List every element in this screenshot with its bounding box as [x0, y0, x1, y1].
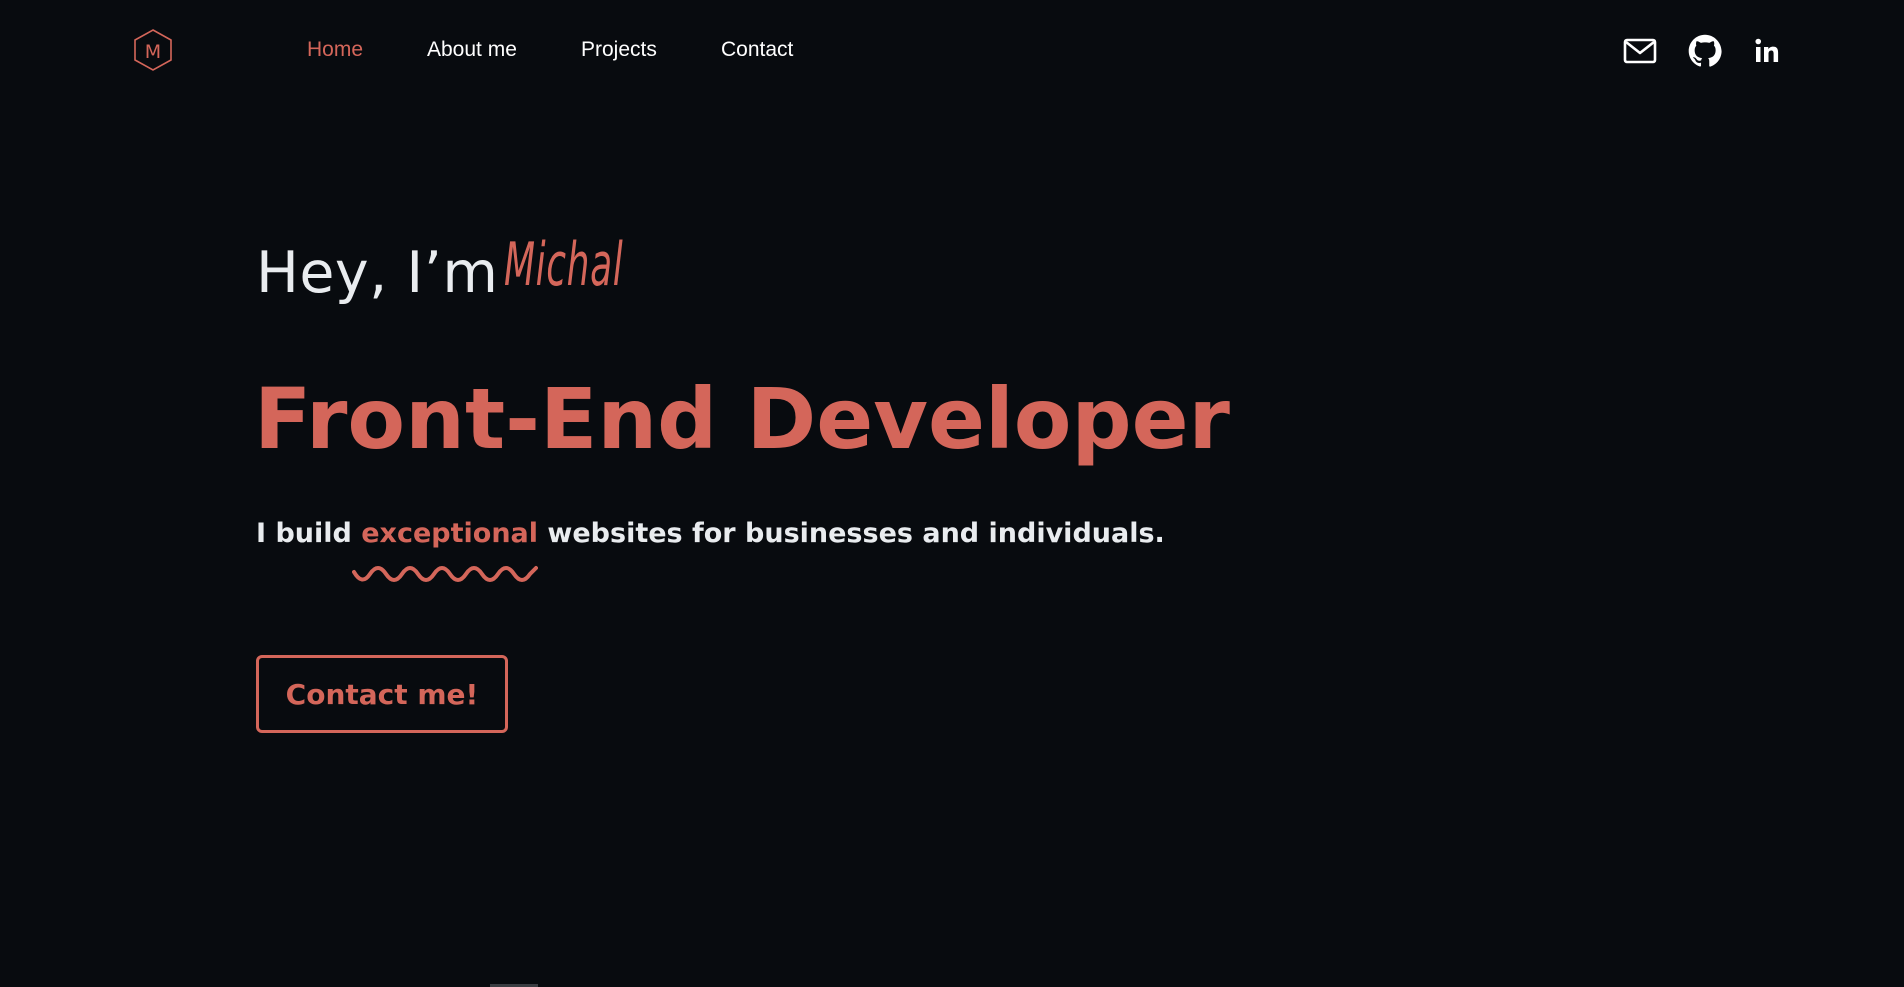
- mail-icon[interactable]: [1623, 33, 1657, 69]
- linkedin-icon[interactable]: [1752, 33, 1782, 69]
- contact-me-button[interactable]: Contact me!: [256, 655, 508, 733]
- greeting-text: Hey, I’m: [256, 240, 499, 306]
- nav-about-me[interactable]: About me: [427, 38, 517, 62]
- role-title: Front-End Developer: [254, 370, 1230, 468]
- logo-letter: M: [145, 41, 161, 63]
- greeting: Hey, I’m: [256, 240, 498, 306]
- github-icon[interactable]: [1688, 33, 1722, 69]
- site-header: M Home About me Projects Contact: [0, 0, 1904, 100]
- hexagon-logo-icon: M: [134, 29, 172, 71]
- tagline: I build exceptional websites for busines…: [256, 518, 1165, 549]
- page: M Home About me Projects Contact Hey, I’…: [0, 0, 1904, 987]
- nav-projects[interactable]: Projects: [581, 38, 657, 62]
- nav-contact[interactable]: Contact: [721, 38, 793, 62]
- tagline-accent: exceptional: [361, 518, 539, 549]
- nav-home[interactable]: Home: [307, 38, 363, 62]
- tagline-start: I build: [256, 518, 362, 549]
- name-handwritten: Michal: [504, 230, 624, 300]
- squiggle-underline-icon: [352, 566, 538, 582]
- logo[interactable]: M: [133, 28, 173, 72]
- tagline-end: websites for businesses and individuals.: [538, 518, 1165, 549]
